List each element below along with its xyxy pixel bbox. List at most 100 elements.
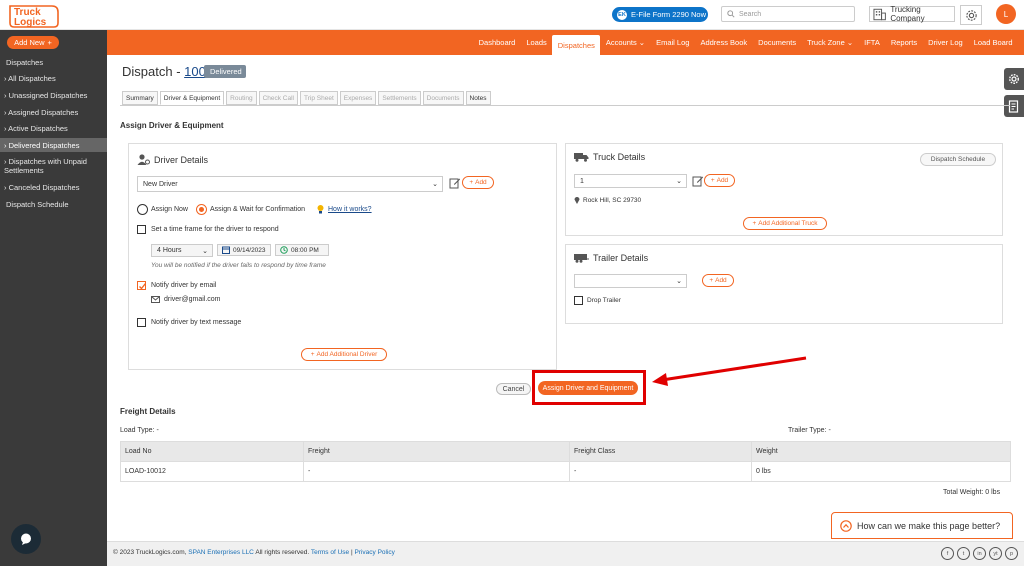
- add-additional-driver-button[interactable]: + Add Additional Driver: [301, 348, 387, 361]
- trailer-select[interactable]: ⌄: [574, 274, 687, 288]
- sidebar-item-active[interactable]: › Active Dispatches: [0, 124, 107, 133]
- social-links: f t in yt p: [941, 547, 1018, 560]
- column-header: Freight: [303, 441, 570, 462]
- tab-trip-sheet[interactable]: Trip Sheet: [300, 91, 338, 105]
- hours-select[interactable]: 4 Hours ⌄: [151, 244, 213, 257]
- freight-heading: Freight Details: [120, 407, 176, 416]
- cancel-button[interactable]: Cancel: [496, 383, 531, 395]
- nav-documents[interactable]: Documents: [753, 30, 802, 55]
- nav-loads[interactable]: Loads: [521, 30, 552, 55]
- feedback-widget[interactable]: How can we make this page better?: [831, 512, 1013, 539]
- driver-panel-header: Driver Details: [137, 154, 208, 165]
- add-driver-button[interactable]: + Add: [462, 176, 494, 189]
- linkedin-icon[interactable]: in: [973, 547, 986, 560]
- drop-trailer-label: Drop Trailer: [587, 297, 621, 304]
- dispatch-schedule-button[interactable]: Dispatch Schedule: [920, 153, 996, 166]
- driver-select[interactable]: New Driver ⌄: [137, 176, 443, 192]
- gear-icon: [1009, 74, 1019, 84]
- clock-icon: [280, 246, 288, 254]
- tab-routing[interactable]: Routing: [226, 91, 257, 105]
- nav-truck-zone[interactable]: Truck Zone ⌄: [802, 30, 859, 55]
- truck-select-value: 1: [580, 177, 584, 185]
- assign-wait-radio[interactable]: Assign & Wait for Confirmation: [196, 204, 305, 215]
- load-type: Load Type: -: [120, 427, 159, 434]
- document-side-button[interactable]: [1004, 95, 1024, 117]
- timeframe-label: Set a time frame for the driver to respo…: [151, 226, 279, 233]
- add-additional-truck-button[interactable]: + Add Additional Truck: [743, 217, 827, 230]
- privacy-link[interactable]: Privacy Policy: [354, 549, 394, 556]
- nav-ifta[interactable]: IFTA: [859, 30, 886, 55]
- main-nav: Dashboard Loads Dispatches Accounts ⌄ Em…: [107, 30, 1024, 55]
- trucklogics-logo[interactable]: Truck Logics: [8, 3, 60, 29]
- tab-summary[interactable]: Summary: [122, 91, 158, 105]
- company-name: Trucking Company: [890, 5, 925, 23]
- sidebar-item-delivered[interactable]: › Delivered Dispatches: [0, 138, 107, 152]
- efile-2290-button[interactable]: EK E-File Form 2290 Now: [612, 7, 708, 22]
- search-input[interactable]: Search: [721, 6, 855, 22]
- chevron-up-icon: [840, 519, 852, 532]
- edit-icon[interactable]: [692, 175, 704, 187]
- nav-dashboard[interactable]: Dashboard: [473, 30, 521, 55]
- add-new-button[interactable]: Add New +: [7, 36, 59, 49]
- date-field[interactable]: 09/14/2023: [217, 244, 271, 256]
- assign-now-radio[interactable]: Assign Now: [137, 204, 188, 215]
- add-truck-button[interactable]: + Add: [704, 174, 735, 187]
- edit-icon[interactable]: [449, 177, 461, 189]
- timeframe-checkbox[interactable]: Set a time frame for the driver to respo…: [137, 225, 279, 234]
- svg-text:Logics: Logics: [14, 17, 47, 28]
- twitter-icon[interactable]: t: [957, 547, 970, 560]
- settings-side-button[interactable]: [1004, 68, 1024, 90]
- tab-check-call[interactable]: Check Call: [258, 91, 299, 105]
- pinterest-icon[interactable]: p: [1005, 547, 1018, 560]
- tab-notes[interactable]: Notes: [465, 91, 491, 105]
- user-avatar[interactable]: L: [996, 4, 1016, 24]
- sidebar-item-unpaid[interactable]: › Dispatches with Unpaid Settlements: [0, 157, 107, 175]
- driver-details-panel: Driver Details New Driver ⌄ + Add Assign …: [128, 143, 557, 370]
- sidebar-item-unassigned[interactable]: › Unassigned Dispatches: [0, 91, 107, 100]
- sidebar-heading: Dispatches: [6, 58, 44, 67]
- truck-panel-title: Truck Details: [593, 152, 646, 162]
- nav-email-log[interactable]: Email Log: [651, 30, 695, 55]
- column-header: Weight: [751, 441, 1011, 462]
- how-it-works-link[interactable]: How it works?: [316, 204, 372, 215]
- nav-reports[interactable]: Reports: [885, 30, 922, 55]
- drop-trailer-checkbox[interactable]: Drop Trailer: [574, 296, 621, 305]
- notify-text-checkbox[interactable]: Notify driver by text message: [137, 318, 241, 327]
- youtube-icon[interactable]: yt: [989, 547, 1002, 560]
- assign-wait-label: Assign & Wait for Confirmation: [210, 206, 306, 213]
- sidebar-item-canceled[interactable]: › Canceled Dispatches: [0, 183, 107, 192]
- company-selector[interactable]: Trucking Company: [869, 5, 955, 23]
- tab-expenses[interactable]: Expenses: [339, 91, 377, 105]
- footer: © 2023 TruckLogics.com, SPAN Enterprises…: [107, 541, 1024, 566]
- settings-button[interactable]: [960, 5, 982, 25]
- sidebar-item-assigned[interactable]: › Assigned Dispatches: [0, 108, 107, 117]
- truck-panel-header: Truck Details: [574, 152, 645, 162]
- nav-address-book[interactable]: Address Book: [695, 30, 753, 55]
- nav-accounts[interactable]: Accounts ⌄: [600, 30, 650, 55]
- chat-button[interactable]: [11, 524, 41, 554]
- copyright-prefix: © 2023 TruckLogics.com,: [113, 549, 189, 556]
- nav-driver-log[interactable]: Driver Log: [923, 30, 969, 55]
- sidebar-item-all[interactable]: › All Dispatches: [0, 74, 107, 83]
- truck-select[interactable]: 1 ⌄: [574, 174, 687, 188]
- annotation-arrow-icon: [652, 356, 807, 386]
- tab-settlements[interactable]: Settlements: [378, 91, 421, 105]
- title-prefix: Dispatch -: [122, 64, 185, 79]
- tab-driver-equipment[interactable]: Driver & Equipment: [159, 91, 225, 105]
- nav-dispatches[interactable]: Dispatches: [552, 35, 601, 55]
- sidebar-item-schedule[interactable]: Dispatch Schedule: [0, 200, 107, 209]
- add-trailer-button[interactable]: + Add: [702, 274, 734, 287]
- facebook-icon[interactable]: f: [941, 547, 954, 560]
- notify-text-label: Notify driver by text message: [151, 319, 242, 326]
- terms-link[interactable]: Terms of Use: [311, 549, 349, 556]
- notify-email-checkbox[interactable]: Notify driver by email: [137, 281, 216, 290]
- add-new-label: Add New: [14, 38, 45, 47]
- sidebar-item-label: Canceled Dispatches: [8, 183, 80, 192]
- dispatch-number-link[interactable]: 100: [184, 64, 206, 79]
- tab-documents[interactable]: Documents: [422, 91, 464, 105]
- span-link[interactable]: SPAN Enterprises LLC: [188, 549, 254, 556]
- chevron-down-icon: ⌄: [676, 178, 682, 185]
- nav-load-board[interactable]: Load Board: [968, 30, 1018, 55]
- checkbox-unchecked: [574, 296, 583, 305]
- time-field[interactable]: 08:00 PM: [275, 244, 329, 256]
